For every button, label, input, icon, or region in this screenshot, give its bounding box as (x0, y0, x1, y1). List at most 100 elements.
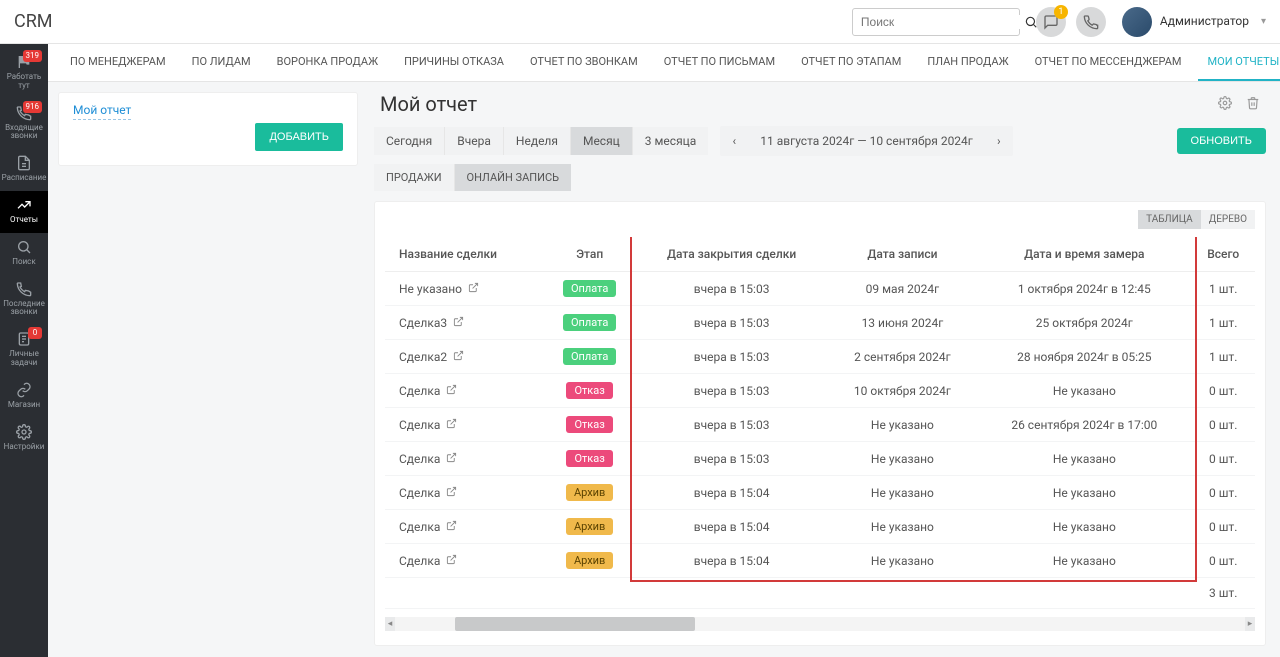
gear-icon[interactable] (1218, 96, 1232, 113)
open-icon[interactable] (468, 282, 479, 296)
measure-date: Не указано (977, 476, 1191, 510)
period-Вчера[interactable]: Вчера (445, 127, 504, 155)
subtab-ОНЛАЙН ЗАПИСЬ[interactable]: ОНЛАЙН ЗАПИСЬ (455, 164, 571, 191)
nav-incoming[interactable]: Входящие звонки916 (0, 99, 48, 150)
open-icon[interactable] (446, 452, 457, 466)
deal-name[interactable]: Не указано (399, 282, 479, 296)
brand-label: CRM (14, 11, 53, 32)
tab-managers[interactable]: ПО МЕНЕДЖЕРАМ (60, 44, 176, 81)
tab-plan[interactable]: ПЛАН ПРОДАЖ (917, 44, 1018, 81)
tab-messengers[interactable]: ОТЧЕТ ПО МЕССЕНДЖЕРАМ (1025, 44, 1192, 81)
user-name: Администратор (1160, 14, 1249, 28)
stage-chip: Архив (566, 552, 613, 569)
deal-name[interactable]: Сделка (399, 452, 457, 466)
search-input[interactable] (853, 15, 1024, 29)
report-table: Название сделкиЭтапДата закрытия сделкиД… (385, 237, 1255, 609)
deal-name[interactable]: Сделка (399, 384, 457, 398)
table-row[interactable]: Сделка Отказвчера в 15:03Не указаноНе ук… (385, 442, 1255, 476)
table-row[interactable]: Сделка Отказвчера в 15:03Не указано26 се… (385, 408, 1255, 442)
row-total: 0 шт. (1191, 476, 1255, 510)
open-icon[interactable] (446, 520, 457, 534)
open-icon[interactable] (453, 350, 464, 364)
table-row[interactable]: Сделка Архиввчера в 15:04Не указаноНе ук… (385, 510, 1255, 544)
period-Неделя[interactable]: Неделя (504, 127, 571, 155)
call-icon[interactable] (1076, 7, 1106, 37)
trash-icon[interactable] (1246, 96, 1260, 113)
period-Сегодня[interactable]: Сегодня (374, 127, 445, 155)
chat-icon[interactable]: 1 (1036, 7, 1066, 37)
open-icon[interactable] (453, 316, 464, 330)
side-panel: Мой отчет ДОБАВИТЬ (58, 92, 358, 166)
period-3 месяца[interactable]: 3 месяца (633, 127, 709, 155)
stage-chip: Оплата (563, 280, 616, 297)
table-row[interactable]: Сделка Отказвчера в 15:0310 октября 2024… (385, 374, 1255, 408)
deal-name[interactable]: Сделка (399, 554, 457, 568)
record-date: Не указано (828, 442, 978, 476)
nav-settings[interactable]: Настройки (0, 418, 48, 460)
nav-lastcalls[interactable]: Последние звонки (0, 275, 48, 326)
close-date: вчера в 15:03 (636, 340, 828, 374)
tab-letters[interactable]: ОТЧЕТ ПО ПИСЬМАМ (654, 44, 785, 81)
deal-name[interactable]: Сделка (399, 418, 457, 432)
measure-date: Не указано (977, 510, 1191, 544)
date-prev[interactable]: ‹ (720, 126, 748, 156)
user-menu[interactable]: Администратор ▾ (1122, 7, 1266, 37)
table-row[interactable]: Сделка Архиввчера в 15:04Не указаноНе ук… (385, 476, 1255, 510)
sub-segment: ПРОДАЖИОНЛАЙН ЗАПИСЬ (374, 164, 1266, 191)
add-button[interactable]: ДОБАВИТЬ (255, 123, 343, 151)
nav-search[interactable]: Поиск (0, 233, 48, 275)
tab-stages[interactable]: ОТЧЕТ ПО ЭТАПАМ (791, 44, 911, 81)
table-row[interactable]: Не указано Оплатавчера в 15:0309 мая 202… (385, 272, 1255, 306)
col-header: Этап (544, 237, 636, 272)
table-row[interactable]: Сделка3 Оплатавчера в 15:0313 июня 2024г… (385, 306, 1255, 340)
row-total: 0 шт. (1191, 408, 1255, 442)
tab-funnel[interactable]: ВОРОНКА ПРОДАЖ (267, 44, 388, 81)
nav-reports[interactable]: Отчеты (0, 191, 48, 233)
period-Месяц[interactable]: Месяц (571, 127, 633, 155)
my-report-link[interactable]: Мой отчет (73, 103, 131, 120)
nav-label: Отчеты (10, 216, 38, 225)
nav-label: Личные задачи (0, 350, 48, 368)
stage-chip: Отказ (566, 450, 612, 467)
nav-shop[interactable]: Магазин (0, 376, 48, 418)
tab-calls[interactable]: ОТЧЕТ ПО ЗВОНКАМ (520, 44, 648, 81)
tab-refuse[interactable]: ПРИЧИНЫ ОТКАЗА (394, 44, 514, 81)
global-search[interactable] (852, 8, 1020, 36)
nav-badge: 916 (23, 101, 43, 113)
open-icon[interactable] (446, 486, 457, 500)
subtab-ПРОДАЖИ[interactable]: ПРОДАЖИ (374, 164, 455, 191)
deal-name[interactable]: Сделка (399, 486, 457, 500)
nav-schedule[interactable]: Расписание (0, 149, 48, 191)
row-total: 1 шт. (1191, 272, 1255, 306)
record-date: 10 октября 2024г (828, 374, 978, 408)
open-icon[interactable] (446, 554, 457, 568)
nav-work[interactable]: Работать тут319 (0, 48, 48, 99)
table-row[interactable]: Сделка2 Оплатавчера в 15:032 сентября 20… (385, 340, 1255, 374)
nav-tasks[interactable]: Личные задачи0 (0, 325, 48, 376)
view-table[interactable]: ТАБЛИЦА (1138, 210, 1201, 229)
nav-label: Настройки (4, 443, 45, 452)
tab-my[interactable]: МОИ ОТЧЕТЫ? (1198, 44, 1280, 81)
close-date: вчера в 15:03 (636, 272, 828, 306)
record-date: Не указано (828, 510, 978, 544)
left-nav: Работать тут319Входящие звонки916Расписа… (0, 44, 48, 657)
chevron-down-icon: ▾ (1261, 16, 1266, 27)
report-panel: Мой отчет СегодняВчераНеделяМесяц3 месяц… (374, 92, 1266, 641)
open-icon[interactable] (446, 384, 457, 398)
table-row[interactable]: Сделка Архиввчера в 15:04Не указаноНе ук… (385, 544, 1255, 578)
record-date: Не указано (828, 476, 978, 510)
view-tree[interactable]: ДЕРЕВО (1201, 210, 1255, 229)
deal-name[interactable]: Сделка2 (399, 350, 464, 364)
avatar (1122, 7, 1152, 37)
horizontal-scrollbar[interactable]: ◂ ▸ (385, 617, 1255, 631)
period-segment: СегодняВчераНеделяМесяц3 месяца (374, 127, 708, 155)
update-button[interactable]: ОБНОВИТЬ (1177, 128, 1266, 154)
deal-name[interactable]: Сделка (399, 520, 457, 534)
measure-date: Не указано (977, 374, 1191, 408)
tab-leads[interactable]: ПО ЛИДАМ (182, 44, 261, 81)
open-icon[interactable] (446, 418, 457, 432)
date-next[interactable]: › (985, 126, 1013, 156)
measure-date: 25 октября 2024г (977, 306, 1191, 340)
deal-name[interactable]: Сделка3 (399, 316, 464, 330)
date-range-picker[interactable]: ‹ 11 августа 2024г — 10 сентября 2024г › (720, 126, 1013, 156)
